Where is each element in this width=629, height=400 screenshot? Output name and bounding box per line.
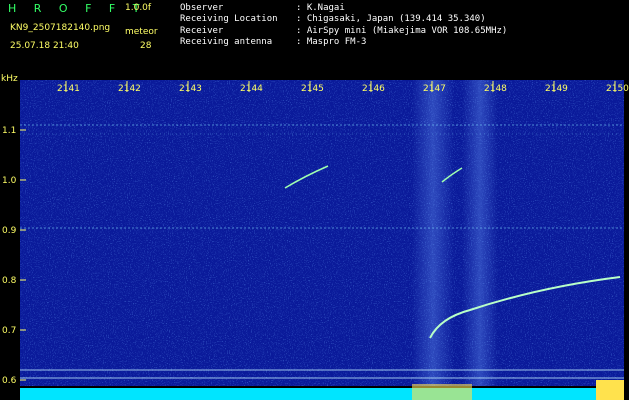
time-label: 2141	[57, 84, 80, 94]
time-label: 2147	[423, 84, 446, 94]
app-version: 1.0.0f	[125, 3, 152, 13]
location-value: : Chigasaki, Japan (139.414 35.340)	[296, 14, 486, 24]
receiver-value: : AirSpy mini (Miakejima VOR 108.65MHz)	[296, 26, 508, 36]
observer-value: : K.Nagai	[296, 3, 345, 13]
receiver-label: Receiver	[180, 26, 224, 36]
baseline-spike	[412, 384, 472, 400]
baseline-strip	[20, 388, 624, 400]
time-label: 2145	[301, 84, 324, 94]
time-label: 2150	[606, 84, 629, 94]
freq-label: 1.1	[2, 126, 16, 136]
freq-label: 0.7	[2, 326, 16, 336]
freq-label: 0.9	[2, 226, 17, 236]
baseline-spike	[596, 380, 624, 400]
noise-band-left	[412, 80, 454, 386]
freq-label: 1.0	[2, 176, 17, 186]
observer-label: Observer	[180, 3, 224, 13]
file-name: KN9_2507182140.png	[10, 23, 111, 33]
meteor-label: meteor	[125, 27, 158, 37]
noise-highlights	[20, 80, 624, 386]
time-label: 2149	[545, 84, 568, 94]
time-label: 2143	[179, 84, 202, 94]
freq-unit-label: kHz	[1, 74, 18, 84]
antenna-label: Receiving antenna	[180, 37, 273, 47]
antenna-value: : Maspro FM-3	[296, 37, 367, 47]
freq-label: 0.6	[2, 376, 17, 386]
time-label: 2148	[484, 84, 507, 94]
meteor-count: 28	[140, 41, 152, 51]
location-label: Receiving Location	[180, 14, 278, 24]
spectrogram: 2141 2142 2143 2144 2145 2146 2147 2148 2149 2150…	[0, 72, 629, 400]
time-label: 2146	[362, 84, 385, 94]
noise-band-right	[462, 80, 498, 386]
header-panel: H R O F F T 1.0.0f KN9_2507182140.png 25…	[0, 0, 629, 72]
freq-label: 0.8	[2, 276, 17, 286]
time-label: 2142	[118, 84, 141, 94]
capture-datetime: 25.07.18 21:40	[10, 41, 79, 51]
time-label: 2144	[240, 84, 263, 94]
